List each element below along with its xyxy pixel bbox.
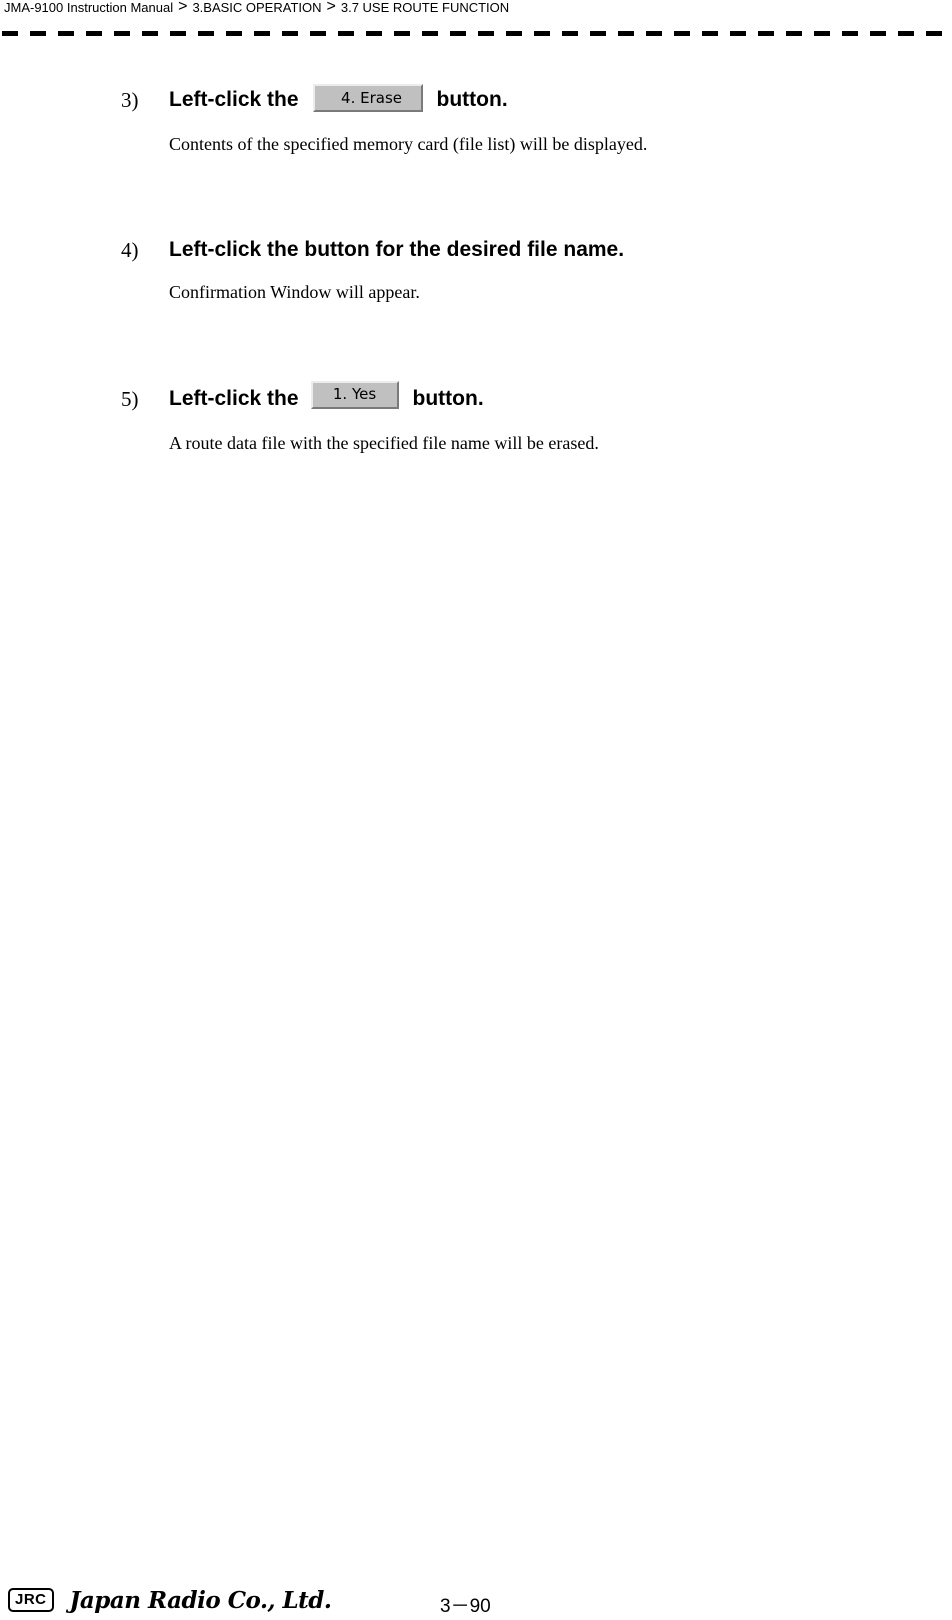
company-name: Japan Radio Co., Ltd. [69, 1586, 332, 1614]
step-heading: 3) Left-click the 4. Erase button. [121, 84, 921, 116]
step-4: 4) Left-click the button for the desired… [121, 234, 921, 303]
breadcrumb-item-chapter[interactable]: 3.BASIC OPERATION [192, 0, 321, 15]
step-description: Contents of the specified memory card (f… [169, 134, 648, 154]
breadcrumb-item-section[interactable]: 3.7 USE ROUTE FUNCTION [341, 0, 509, 15]
step-heading: 5) Left-click the 1. Yes button. [121, 381, 921, 415]
footer: JRC Japan Radio Co., Ltd. [8, 1585, 332, 1615]
page-number: 3－90 [440, 1596, 491, 1617]
breadcrumb: JMA-9100 Instruction Manual >3.BASIC OPER… [4, 0, 509, 15]
yes-button-image: 1. Yes [310, 381, 399, 409]
step-title-suffix: button. [436, 88, 508, 111]
step-number: 3) [121, 87, 139, 112]
step-description: Confirmation Window will appear. [169, 282, 420, 302]
step-5: 5) Left-click the 1. Yes button. A route… [121, 381, 921, 454]
header-divider [0, 31, 952, 36]
jrc-logo: JRC [8, 1588, 54, 1612]
step-title: Left-click the button for the desired fi… [169, 238, 625, 261]
step-heading: 4) Left-click the button for the desired… [121, 234, 921, 266]
breadcrumb-separator: > [326, 0, 336, 15]
step-number: 4) [121, 237, 139, 262]
step-title-prefix: Left-click the [169, 387, 299, 410]
step-title-prefix: Left-click the [169, 88, 299, 111]
step-number: 5) [121, 386, 139, 411]
step-3: 3) Left-click the 4. Erase button. Conte… [121, 84, 921, 155]
step-title-suffix: button. [412, 387, 484, 410]
breadcrumb-separator: > [178, 0, 188, 15]
step-description: A route data file with the specified fil… [169, 433, 599, 453]
breadcrumb-item-manual[interactable]: JMA-9100 Instruction Manual [4, 0, 173, 15]
erase-button-image: 4. Erase [312, 84, 423, 112]
